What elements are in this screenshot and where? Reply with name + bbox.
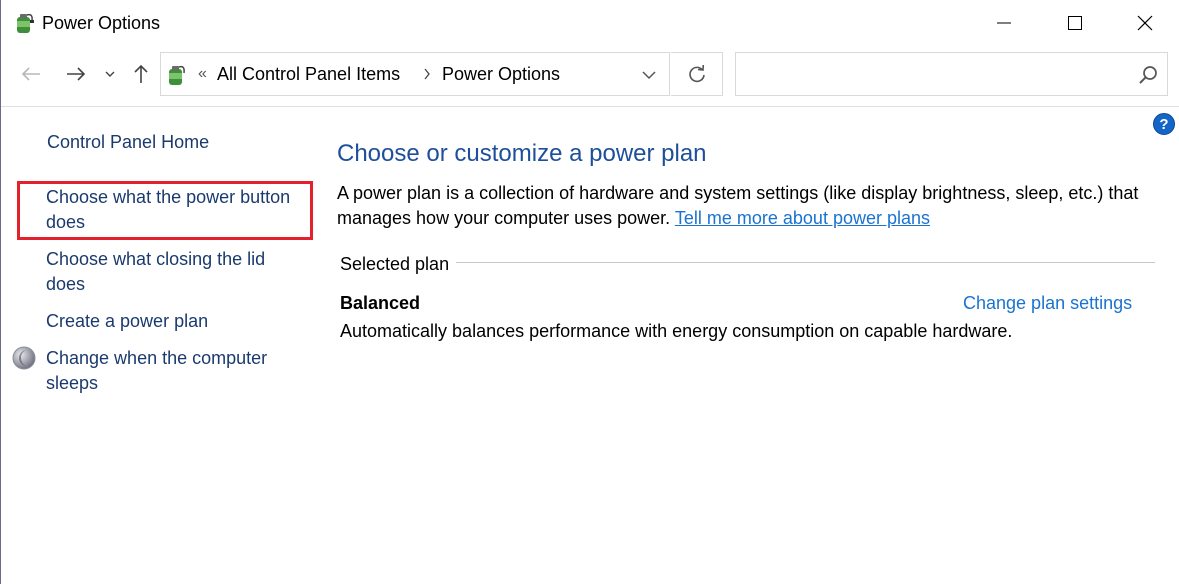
minimize-button[interactable] <box>969 0 1039 46</box>
tell-me-more-link[interactable]: Tell me more about power plans <box>675 208 930 228</box>
navigation-bar: « All Control Panel Items Power Options <box>1 48 1179 102</box>
plan-name: Balanced <box>340 293 421 313</box>
title-bar: Power Options <box>1 0 1179 46</box>
refresh-button[interactable] <box>671 52 723 96</box>
minimize-icon <box>997 22 1011 24</box>
arrow-up-icon <box>134 64 148 83</box>
toolbar-divider <box>1 106 1179 107</box>
help-button[interactable]: ? <box>1153 113 1175 135</box>
address-bar[interactable]: « All Control Panel Items Power Options <box>160 52 670 96</box>
window-title: Power Options <box>42 13 161 33</box>
back-button[interactable] <box>17 60 45 88</box>
arrow-right-icon <box>67 67 86 81</box>
maximize-icon <box>1068 16 1082 30</box>
arrow-left-icon <box>21 67 40 81</box>
selected-plan-heading: Selected plan <box>340 254 450 274</box>
sidebar-item-closing-lid[interactable]: Choose what closing the lid does <box>46 247 286 297</box>
close-button[interactable] <box>1110 0 1179 46</box>
close-icon <box>1137 15 1153 31</box>
breadcrumb-all-control-panel-items[interactable]: All Control Panel Items <box>217 64 400 85</box>
chevron-right-icon[interactable] <box>423 68 431 80</box>
address-dropdown-button[interactable] <box>639 66 659 84</box>
plan-description: Automatically balances performance with … <box>340 321 1013 341</box>
power-options-window: Power Options « All Control Panel Items … <box>0 0 1179 584</box>
moon-icon <box>12 346 36 370</box>
sidebar-item-create-plan[interactable]: Create a power plan <box>46 309 208 334</box>
sidebar-item-computer-sleeps[interactable]: Change when the computer sleeps <box>46 346 286 396</box>
breadcrumb-power-options[interactable]: Power Options <box>442 64 560 85</box>
breadcrumb-overflow[interactable]: « <box>198 65 207 83</box>
forward-button[interactable] <box>61 60 91 88</box>
control-panel-icon <box>169 65 185 85</box>
search-box[interactable] <box>735 52 1168 96</box>
change-plan-settings-link[interactable]: Change plan settings <box>963 293 1132 314</box>
up-button[interactable] <box>128 60 154 88</box>
page-description: A power plan is a collection of hardware… <box>337 181 1157 231</box>
search-input[interactable] <box>744 61 1128 89</box>
search-icon[interactable] <box>1138 65 1158 85</box>
chevron-down-icon <box>105 71 115 77</box>
sidebar-item-power-button[interactable]: Choose what the power button does <box>46 185 306 235</box>
section-divider <box>456 262 1155 263</box>
maximize-button[interactable] <box>1040 0 1110 46</box>
page-title: Choose or customize a power plan <box>337 140 707 167</box>
power-options-icon <box>17 13 34 33</box>
chevron-down-icon <box>642 71 656 80</box>
sidebar-control-panel-home[interactable]: Control Panel Home <box>47 130 209 155</box>
recent-locations-button[interactable] <box>101 60 119 88</box>
refresh-icon <box>688 64 705 83</box>
